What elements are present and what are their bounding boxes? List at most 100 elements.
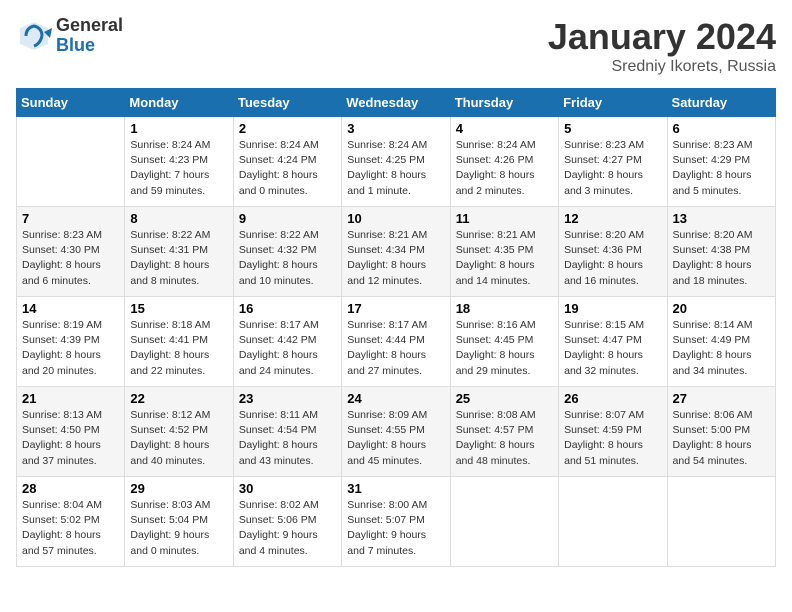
calendar-cell: 10 Sunrise: 8:21 AMSunset: 4:34 PMDayligh…	[342, 207, 450, 297]
calendar-cell: 4 Sunrise: 8:24 AMSunset: 4:26 PMDaylight…	[450, 117, 558, 207]
day-number: 28	[22, 481, 119, 496]
logo: General Blue	[16, 16, 123, 56]
calendar-cell: 18 Sunrise: 8:16 AMSunset: 4:45 PMDayligh…	[450, 297, 558, 387]
day-number: 8	[130, 211, 227, 226]
day-info: Sunrise: 8:24 AMSunset: 4:24 PMDaylight:…	[239, 138, 336, 199]
calendar-cell	[667, 477, 775, 567]
day-number: 19	[564, 301, 661, 316]
day-info: Sunrise: 8:17 AMSunset: 4:42 PMDaylight:…	[239, 318, 336, 379]
calendar-week-row: 1 Sunrise: 8:24 AMSunset: 4:23 PMDaylight…	[17, 117, 776, 207]
calendar-cell: 30Sunrise: 8:02 AMSunset: 5:06 PMDayligh…	[233, 477, 341, 567]
calendar-cell: 21 Sunrise: 8:13 AMSunset: 4:50 PMDayligh…	[17, 387, 125, 477]
day-number: 21	[22, 391, 119, 406]
day-info: Sunrise: 8:03 AMSunset: 5:04 PMDaylight:…	[130, 498, 227, 559]
day-number: 26	[564, 391, 661, 406]
calendar-cell: 13Sunrise: 8:20 AMSunset: 4:38 PMDayligh…	[667, 207, 775, 297]
day-number: 23	[239, 391, 336, 406]
day-info: Sunrise: 8:13 AMSunset: 4:50 PMDaylight:…	[22, 408, 119, 469]
calendar-cell	[17, 117, 125, 207]
calendar-cell: 20 Sunrise: 8:14 AMSunset: 4:49 PMDayligh…	[667, 297, 775, 387]
calendar-cell: 27Sunrise: 8:06 AMSunset: 5:00 PMDayligh…	[667, 387, 775, 477]
day-info: Sunrise: 8:23 AMSunset: 4:29 PMDaylight:…	[673, 138, 770, 199]
day-info: Sunrise: 8:15 AMSunset: 4:47 PMDaylight:…	[564, 318, 661, 379]
calendar-cell: 19 Sunrise: 8:15 AMSunset: 4:47 PMDayligh…	[559, 297, 667, 387]
day-number: 18	[456, 301, 553, 316]
day-info: Sunrise: 8:24 AMSunset: 4:23 PMDaylight:…	[130, 138, 227, 199]
calendar-week-row: 28 Sunrise: 8:04 AMSunset: 5:02 PMDayligh…	[17, 477, 776, 567]
day-number: 29	[130, 481, 227, 496]
calendar-cell: 5 Sunrise: 8:23 AMSunset: 4:27 PMDaylight…	[559, 117, 667, 207]
calendar-cell: 6Sunrise: 8:23 AMSunset: 4:29 PMDaylight…	[667, 117, 775, 207]
day-number: 2	[239, 121, 336, 136]
day-number: 12	[564, 211, 661, 226]
page-header: General Blue January 2024 Sredniy Ikoret…	[16, 16, 776, 76]
day-info: Sunrise: 8:21 AMSunset: 4:34 PMDaylight:…	[347, 228, 444, 289]
day-info: Sunrise: 8:07 AMSunset: 4:59 PMDaylight:…	[564, 408, 661, 469]
day-info: Sunrise: 8:23 AMSunset: 4:30 PMDaylight:…	[22, 228, 119, 289]
day-number: 11	[456, 211, 553, 226]
calendar-cell: 8 Sunrise: 8:22 AMSunset: 4:31 PMDaylight…	[125, 207, 233, 297]
day-number: 13	[673, 211, 770, 226]
day-number: 5	[564, 121, 661, 136]
calendar-week-row: 7Sunrise: 8:23 AMSunset: 4:30 PMDaylight…	[17, 207, 776, 297]
calendar-header-row: SundayMondayTuesdayWednesdayThursdayFrid…	[17, 89, 776, 117]
day-number: 3	[347, 121, 444, 136]
day-of-week-header: Saturday	[667, 89, 775, 117]
calendar-cell: 24Sunrise: 8:09 AMSunset: 4:55 PMDayligh…	[342, 387, 450, 477]
day-number: 9	[239, 211, 336, 226]
day-info: Sunrise: 8:24 AMSunset: 4:26 PMDaylight:…	[456, 138, 553, 199]
location: Sredniy Ikorets, Russia	[548, 58, 776, 76]
day-number: 31	[347, 481, 444, 496]
day-of-week-header: Thursday	[450, 89, 558, 117]
day-of-week-header: Tuesday	[233, 89, 341, 117]
calendar-cell	[559, 477, 667, 567]
title-block: January 2024 Sredniy Ikorets, Russia	[548, 16, 776, 76]
day-number: 15	[130, 301, 227, 316]
day-info: Sunrise: 8:22 AMSunset: 4:31 PMDaylight:…	[130, 228, 227, 289]
logo-general-text: General	[56, 16, 123, 36]
calendar-cell: 2 Sunrise: 8:24 AMSunset: 4:24 PMDaylight…	[233, 117, 341, 207]
day-number: 1	[130, 121, 227, 136]
calendar-cell: 31 Sunrise: 8:00 AMSunset: 5:07 PMDayligh…	[342, 477, 450, 567]
logo-icon	[16, 18, 52, 54]
calendar-week-row: 21 Sunrise: 8:13 AMSunset: 4:50 PMDayligh…	[17, 387, 776, 477]
month-title: January 2024	[548, 16, 776, 58]
calendar-cell: 11Sunrise: 8:21 AMSunset: 4:35 PMDayligh…	[450, 207, 558, 297]
calendar-table: SundayMondayTuesdayWednesdayThursdayFrid…	[16, 88, 776, 567]
day-of-week-header: Friday	[559, 89, 667, 117]
calendar-cell: 28 Sunrise: 8:04 AMSunset: 5:02 PMDayligh…	[17, 477, 125, 567]
day-of-week-header: Wednesday	[342, 89, 450, 117]
day-info: Sunrise: 8:23 AMSunset: 4:27 PMDaylight:…	[564, 138, 661, 199]
day-number: 4	[456, 121, 553, 136]
day-info: Sunrise: 8:16 AMSunset: 4:45 PMDaylight:…	[456, 318, 553, 379]
calendar-cell: 14Sunrise: 8:19 AMSunset: 4:39 PMDayligh…	[17, 297, 125, 387]
calendar-cell: 9 Sunrise: 8:22 AMSunset: 4:32 PMDaylight…	[233, 207, 341, 297]
day-number: 30	[239, 481, 336, 496]
calendar-cell: 17Sunrise: 8:17 AMSunset: 4:44 PMDayligh…	[342, 297, 450, 387]
calendar-cell: 29 Sunrise: 8:03 AMSunset: 5:04 PMDayligh…	[125, 477, 233, 567]
calendar-cell: 7Sunrise: 8:23 AMSunset: 4:30 PMDaylight…	[17, 207, 125, 297]
day-number: 16	[239, 301, 336, 316]
calendar-cell: 23 Sunrise: 8:11 AMSunset: 4:54 PMDayligh…	[233, 387, 341, 477]
calendar-cell: 12 Sunrise: 8:20 AMSunset: 4:36 PMDayligh…	[559, 207, 667, 297]
day-number: 17	[347, 301, 444, 316]
calendar-cell	[450, 477, 558, 567]
day-of-week-header: Sunday	[17, 89, 125, 117]
calendar-cell: 16 Sunrise: 8:17 AMSunset: 4:42 PMDayligh…	[233, 297, 341, 387]
day-info: Sunrise: 8:04 AMSunset: 5:02 PMDaylight:…	[22, 498, 119, 559]
day-of-week-header: Monday	[125, 89, 233, 117]
day-info: Sunrise: 8:22 AMSunset: 4:32 PMDaylight:…	[239, 228, 336, 289]
calendar-cell: 26 Sunrise: 8:07 AMSunset: 4:59 PMDayligh…	[559, 387, 667, 477]
day-info: Sunrise: 8:08 AMSunset: 4:57 PMDaylight:…	[456, 408, 553, 469]
day-info: Sunrise: 8:19 AMSunset: 4:39 PMDaylight:…	[22, 318, 119, 379]
day-info: Sunrise: 8:14 AMSunset: 4:49 PMDaylight:…	[673, 318, 770, 379]
day-info: Sunrise: 8:20 AMSunset: 4:36 PMDaylight:…	[564, 228, 661, 289]
calendar-cell: 3Sunrise: 8:24 AMSunset: 4:25 PMDaylight…	[342, 117, 450, 207]
day-number: 20	[673, 301, 770, 316]
day-number: 10	[347, 211, 444, 226]
calendar-cell: 15Sunrise: 8:18 AMSunset: 4:41 PMDayligh…	[125, 297, 233, 387]
day-info: Sunrise: 8:00 AMSunset: 5:07 PMDaylight:…	[347, 498, 444, 559]
day-number: 24	[347, 391, 444, 406]
day-number: 27	[673, 391, 770, 406]
day-info: Sunrise: 8:11 AMSunset: 4:54 PMDaylight:…	[239, 408, 336, 469]
